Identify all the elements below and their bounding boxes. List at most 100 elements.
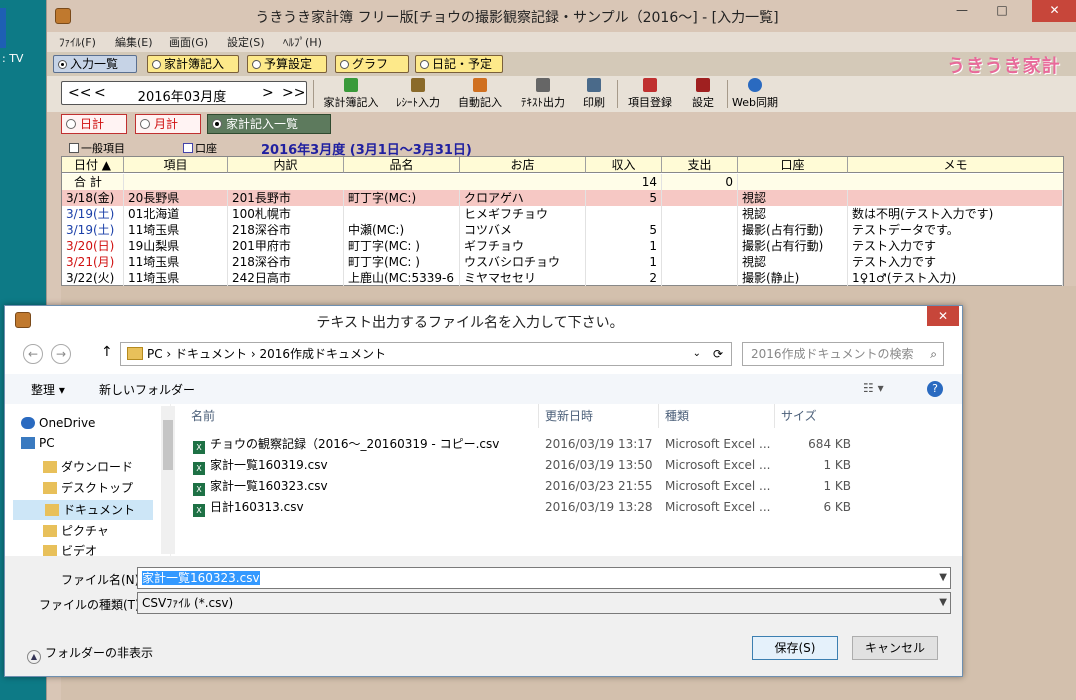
file-row[interactable]: X 日計160313.csv 2016/03/19 13:28 Microsoft… bbox=[177, 497, 957, 518]
radio-icon bbox=[58, 60, 67, 69]
menu-help[interactable]: ﾍﾙﾌﾟ(H) bbox=[283, 34, 322, 50]
save-button[interactable]: 保存(S) bbox=[752, 636, 838, 660]
tool-budget-entry[interactable]: 家計簿記入 bbox=[319, 78, 383, 110]
chevron-down-icon[interactable]: ▼ bbox=[939, 568, 947, 588]
table-row[interactable]: 3/20(日) 19山梨県 201甲府市 町丁字(MC: ) ギフチョウ 1 撮… bbox=[62, 238, 1063, 254]
filetype-label: ファイルの種類(T): bbox=[39, 598, 144, 612]
hide-folders-button[interactable]: ▲ フォルダーの非表示 bbox=[27, 644, 153, 664]
tab-diary[interactable]: 日記・予定 bbox=[415, 55, 503, 73]
nav-documents[interactable]: ドキュメント bbox=[13, 500, 153, 520]
file-row[interactable]: X 家計一覧160319.csv 2016/03/19 13:50 Microso… bbox=[177, 455, 957, 476]
table-row[interactable]: 3/18(金) 20長野県 201長野市 町丁字(MC:) クロアゲハ 5 視認 bbox=[62, 190, 1063, 206]
view-entry-list[interactable]: 家計記入一覧 bbox=[207, 114, 331, 134]
col-type[interactable]: 種類 bbox=[659, 404, 775, 428]
file-row[interactable]: X チョウの観察記録（2016〜_20160319 - コピー.csv 2016/… bbox=[177, 434, 957, 455]
tab-input-list[interactable]: 入力一覧 bbox=[53, 55, 137, 73]
file-date: 2016/03/19 13:17 bbox=[545, 437, 653, 451]
nav-scrollbar[interactable] bbox=[161, 406, 175, 554]
tool-settings[interactable]: 設定 bbox=[683, 78, 723, 110]
account-checkbox[interactable]: 口座 bbox=[183, 140, 217, 156]
filetype-value: CSVﾌｧｲﾙ (*.csv) bbox=[142, 596, 234, 610]
view-options-icon[interactable]: ☷ ▾ bbox=[863, 381, 884, 395]
cell-income: 1 bbox=[586, 238, 662, 254]
excel-icon: X bbox=[193, 462, 205, 475]
col-name[interactable]: 品名 bbox=[344, 157, 460, 173]
maximize-button[interactable]: □ bbox=[987, 0, 1017, 22]
tab-budget-settings[interactable]: 予算設定 bbox=[247, 55, 327, 73]
col-size[interactable]: サイズ bbox=[775, 404, 855, 428]
tab-budget-entry[interactable]: 家計簿記入 bbox=[147, 55, 239, 73]
menu-view[interactable]: 画面(G) bbox=[169, 34, 208, 50]
prev-month-button[interactable]: < bbox=[94, 85, 106, 101]
table-row[interactable]: 3/19(土) 11埼玉県 218深谷市 中瀬(MC:) コツバメ 5 撮影(占… bbox=[62, 222, 1063, 238]
back-arrow-icon[interactable]: ← bbox=[23, 344, 43, 364]
help-icon[interactable]: ? bbox=[927, 381, 943, 397]
cell-account: 撮影(占有行動) bbox=[738, 238, 848, 254]
menu-file[interactable]: ﾌｧｲﾙ(F) bbox=[59, 34, 96, 50]
general-items-checkbox[interactable]: 一般項目 bbox=[69, 140, 125, 156]
col-memo[interactable]: メモ bbox=[848, 157, 1063, 173]
filename-input[interactable]: 家計一覧160323.csv ▼ bbox=[137, 567, 951, 589]
filetype-select[interactable]: CSVﾌｧｲﾙ (*.csv) ▼ bbox=[137, 592, 951, 614]
menu-edit[interactable]: 編集(E) bbox=[115, 34, 153, 50]
new-folder-button[interactable]: 新しいフォルダー bbox=[99, 381, 195, 398]
refresh-icon[interactable]: ⟳ bbox=[713, 343, 723, 365]
nav-label: ドキュメント bbox=[63, 503, 136, 517]
navigation-pane: OneDrive PC ダウンロード デスクトップ ドキュメント ピクチャ ビデ… bbox=[13, 404, 175, 558]
minimize-button[interactable]: — bbox=[947, 0, 977, 22]
nav-onedrive[interactable]: OneDrive bbox=[21, 416, 95, 430]
chevron-down-icon[interactable]: ▼ bbox=[939, 593, 947, 613]
cancel-button[interactable]: キャンセル bbox=[852, 636, 938, 660]
nav-pc[interactable]: PC bbox=[21, 436, 55, 450]
forward-arrow-icon[interactable]: → bbox=[51, 344, 71, 364]
tool-label: 自動記入 bbox=[458, 96, 502, 109]
col-sub[interactable]: 内訳 bbox=[228, 157, 344, 173]
col-name[interactable]: 名前 bbox=[185, 404, 539, 428]
scrollbar-thumb[interactable] bbox=[163, 420, 173, 470]
nav-desktop[interactable]: デスクトップ bbox=[43, 479, 133, 496]
table-row[interactable]: 3/22(火) 11埼玉県 242日高市 上鹿山(MC:5339-6 ミヤマセセ… bbox=[62, 270, 1063, 286]
dialog-close-button[interactable]: ✕ bbox=[927, 306, 959, 326]
menu-settings[interactable]: 設定(S) bbox=[227, 34, 265, 50]
prev-year-button[interactable]: << bbox=[68, 85, 91, 101]
close-button[interactable]: ✕ bbox=[1032, 0, 1076, 22]
nav-pictures[interactable]: ピクチャ bbox=[43, 522, 109, 539]
cell-sub: 100札幌市 bbox=[228, 206, 344, 222]
tool-item-registration[interactable]: 項目登録 bbox=[623, 78, 677, 110]
tab-graph[interactable]: グラフ bbox=[335, 55, 409, 73]
nav-downloads[interactable]: ダウンロード bbox=[43, 458, 133, 475]
toolbar-separator bbox=[617, 80, 618, 108]
col-modified[interactable]: 更新日時 bbox=[539, 404, 659, 428]
desktop-icon[interactable] bbox=[0, 8, 6, 48]
col-income[interactable]: 収入 bbox=[586, 157, 662, 173]
tool-web-sync[interactable]: Web同期 bbox=[731, 78, 779, 110]
next-month-button[interactable]: > bbox=[262, 85, 274, 101]
table-row[interactable]: 3/19(土) 01北海道 100札幌市 ヒメギフチョウ 視認 数は不明(テスト… bbox=[62, 206, 1063, 222]
tool-receipt-input[interactable]: ﾚｼｰﾄ入力 bbox=[387, 78, 449, 110]
table-row[interactable]: 3/21(月) 11埼玉県 218深谷市 町丁字(MC: ) ウスバシロチョウ … bbox=[62, 254, 1063, 270]
up-arrow-icon[interactable]: ↑ bbox=[101, 344, 113, 360]
tool-auto-entry[interactable]: 自動記入 bbox=[453, 78, 507, 110]
tool-text-output[interactable]: ﾃｷｽﾄ出力 bbox=[511, 78, 575, 110]
tool-print[interactable]: 印刷 bbox=[579, 78, 609, 110]
col-item[interactable]: 項目 bbox=[124, 157, 228, 173]
cell-expense bbox=[662, 206, 738, 222]
search-input[interactable]: 2016作成ドキュメントの検索 ⌕ bbox=[742, 342, 944, 366]
organize-button[interactable]: 整理 ▾ bbox=[31, 381, 65, 398]
view-monthly[interactable]: 月計 bbox=[135, 114, 201, 134]
col-account[interactable]: 口座 bbox=[738, 157, 848, 173]
cell-item: 11埼玉県 bbox=[124, 254, 228, 270]
total-expense: 0 bbox=[662, 174, 738, 190]
next-year-button[interactable]: >> bbox=[282, 85, 305, 101]
chevron-down-icon[interactable]: ⌄ bbox=[693, 343, 701, 365]
file-row[interactable]: X 家計一覧160323.csv 2016/03/23 21:55 Microso… bbox=[177, 476, 957, 497]
view-daily[interactable]: 日計 bbox=[61, 114, 127, 134]
col-shop[interactable]: お店 bbox=[460, 157, 586, 173]
cell-expense bbox=[662, 254, 738, 270]
file-type: Microsoft Excel ... bbox=[665, 479, 771, 493]
col-date[interactable]: 日付 ▲ bbox=[62, 157, 124, 173]
address-bar[interactable]: PC › ドキュメント › 2016作成ドキュメント ⌄ ⟳ bbox=[120, 342, 732, 366]
col-expense[interactable]: 支出 bbox=[662, 157, 738, 173]
nav-label: ダウンロード bbox=[61, 460, 134, 474]
tool-label: 設定 bbox=[692, 96, 714, 109]
